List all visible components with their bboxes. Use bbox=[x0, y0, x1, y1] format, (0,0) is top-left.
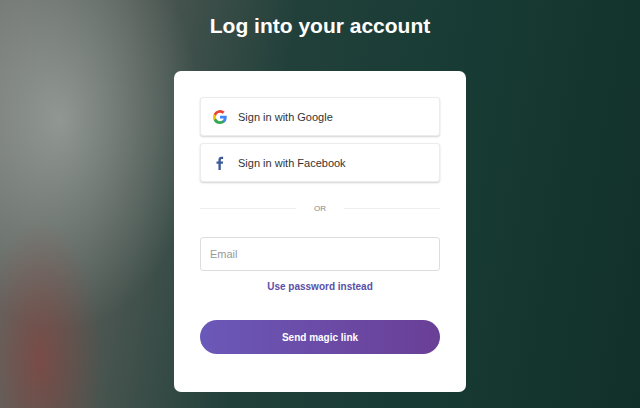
send-magic-link-button[interactable]: Send magic link bbox=[200, 320, 440, 354]
page-title: Log into your account bbox=[210, 12, 431, 40]
email-input[interactable] bbox=[200, 237, 440, 271]
google-icon bbox=[213, 110, 227, 124]
divider-line bbox=[200, 208, 296, 209]
social-sign-in-button[interactable]: Sign in with Google bbox=[200, 97, 440, 136]
social-button-label: Sign in with Facebook bbox=[238, 157, 346, 169]
facebook-icon bbox=[213, 156, 227, 170]
or-divider: OR bbox=[200, 204, 440, 213]
login-card: Sign in with Google Sign in with Facebook… bbox=[174, 71, 466, 392]
divider-text: OR bbox=[314, 204, 326, 213]
social-sign-in-button[interactable]: Sign in with Facebook bbox=[200, 143, 440, 182]
login-page: Log into your account Sign in with Google… bbox=[0, 0, 640, 408]
divider-line bbox=[344, 208, 440, 209]
social-button-label: Sign in with Google bbox=[238, 111, 333, 123]
use-password-link[interactable]: Use password instead bbox=[267, 281, 373, 292]
